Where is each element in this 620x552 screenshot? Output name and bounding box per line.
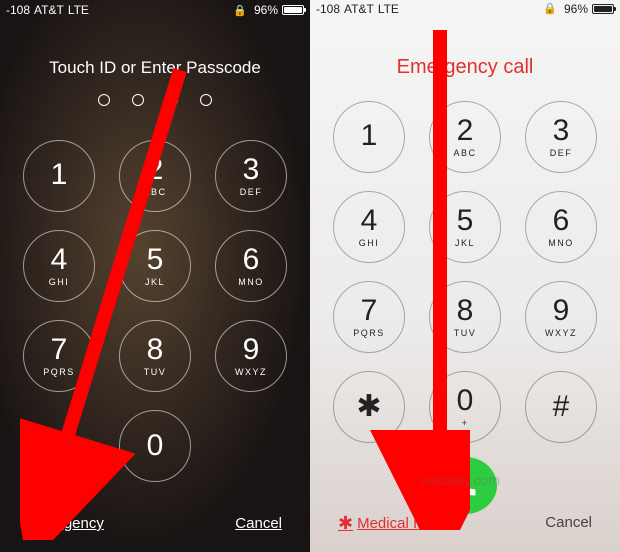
- lock-icon: 🔒: [233, 4, 247, 17]
- emergency-title: Emergency call: [310, 56, 620, 79]
- passcode-screen: -108 AT&T LTE 🔒 96% Touch ID or Enter Pa…: [0, 0, 310, 552]
- cancel-button[interactable]: Cancel: [545, 514, 592, 532]
- passcode-dot: [132, 94, 144, 106]
- passcode-title: Touch ID or Enter Passcode: [0, 58, 310, 78]
- key-0[interactable]: 0: [119, 410, 191, 482]
- key-3[interactable]: 3DEF: [215, 140, 287, 212]
- passcode-dot: [200, 94, 212, 106]
- key-0[interactable]: 0+: [429, 371, 501, 443]
- emergency-button[interactable]: Emergency: [28, 515, 104, 532]
- carrier-name: AT&T: [34, 3, 64, 17]
- key-6[interactable]: 6MNO: [525, 191, 597, 263]
- key-hash[interactable]: #: [525, 371, 597, 443]
- key-4[interactable]: 4GHI: [23, 230, 95, 302]
- network-type: LTE: [378, 2, 399, 16]
- passcode-dot: [98, 94, 110, 106]
- emergency-call-screen: -108 AT&T LTE 🔒 96% Emergency call 1 2AB…: [310, 0, 620, 552]
- dialer-keypad: 1 2ABC 3DEF 4GHI 5JKL 6MNO 7PQRS 8TUV 9W…: [310, 101, 620, 443]
- signal-strength: -108: [6, 3, 30, 17]
- network-type: LTE: [68, 3, 89, 17]
- key-4[interactable]: 4GHI: [333, 191, 405, 263]
- status-bar: -108 AT&T LTE 🔒 96%: [310, 0, 620, 18]
- battery-percent: 96%: [254, 3, 278, 17]
- key-5[interactable]: 5JKL: [119, 230, 191, 302]
- signal-strength: -108: [316, 2, 340, 16]
- medical-id-button[interactable]: ✱ Medical ID: [338, 514, 428, 532]
- phone-icon: [451, 471, 479, 499]
- battery-icon: [282, 5, 304, 15]
- passcode-dots: [0, 94, 310, 106]
- battery-icon: [592, 4, 614, 14]
- key-9[interactable]: 9WXYZ: [525, 281, 597, 353]
- key-6[interactable]: 6MNO: [215, 230, 287, 302]
- key-2[interactable]: 2ABC: [429, 101, 501, 173]
- lock-icon: 🔒: [543, 2, 557, 15]
- status-bar: -108 AT&T LTE 🔒 96%: [0, 0, 310, 20]
- key-7[interactable]: 7PQRS: [333, 281, 405, 353]
- key-8[interactable]: 8TUV: [119, 320, 191, 392]
- passcode-keypad: 1 2ABC 3DEF 4GHI 5JKL 6MNO 7PQRS 8TUV 9W…: [0, 140, 310, 482]
- key-5[interactable]: 5JKL: [429, 191, 501, 263]
- key-9[interactable]: 9WXYZ: [215, 320, 287, 392]
- key-7[interactable]: 7PQRS: [23, 320, 95, 392]
- key-2[interactable]: 2ABC: [119, 140, 191, 212]
- call-button[interactable]: [433, 457, 497, 514]
- key-3[interactable]: 3DEF: [525, 101, 597, 173]
- medical-asterisk-icon: ✱: [338, 514, 353, 532]
- key-8[interactable]: 8TUV: [429, 281, 501, 353]
- medical-id-label: Medical ID: [357, 515, 428, 532]
- battery-percent: 96%: [564, 2, 588, 16]
- key-star[interactable]: ✱: [333, 371, 405, 443]
- key-1[interactable]: 1: [23, 140, 95, 212]
- carrier-name: AT&T: [344, 2, 374, 16]
- passcode-dot: [166, 94, 178, 106]
- cancel-button[interactable]: Cancel: [235, 515, 282, 532]
- key-1[interactable]: 1: [333, 101, 405, 173]
